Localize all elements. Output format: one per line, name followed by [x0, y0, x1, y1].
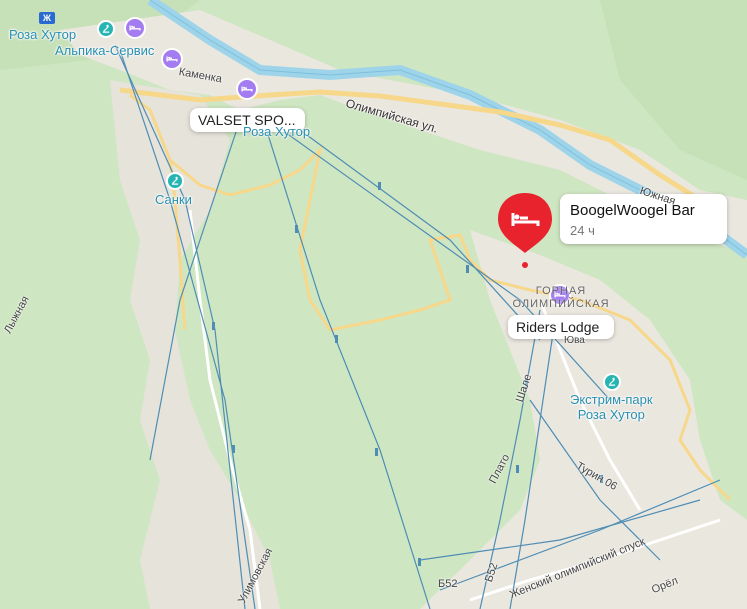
skier-icon[interactable] — [166, 172, 184, 190]
hotel-card-riders-lodge[interactable]: Riders Lodge — [508, 315, 614, 339]
place-label-sanki[interactable]: Санки — [155, 192, 192, 207]
railway-station-icon[interactable]: Ж — [39, 12, 55, 24]
skier-icon[interactable] — [97, 20, 115, 38]
map-canvas[interactable] — [0, 0, 747, 609]
selected-place-pin[interactable] — [496, 191, 554, 261]
selected-place-hours: 24 ч — [570, 223, 595, 238]
selected-place-card[interactable]: BoogelWoogel Bar 24 ч — [560, 194, 727, 244]
district-label-gornaya: Горная Олимпийская — [512, 285, 610, 310]
street-label: Юва — [564, 335, 585, 346]
place-label-roza-khutor-lift[interactable]: Роза Хутор — [243, 124, 310, 139]
hotel-bed-icon[interactable] — [236, 78, 258, 100]
skier-icon[interactable] — [603, 373, 621, 391]
place-label-extreme-park[interactable]: Экстрим-парк Роза Хутор — [570, 392, 653, 422]
place-label-alpika-service[interactable]: Альпика-Сервис — [55, 43, 154, 58]
hotel-bed-icon[interactable] — [124, 17, 146, 39]
place-label-roza-khutor-station[interactable]: Роза Хутор — [9, 27, 76, 42]
selected-place-title: BoogelWoogel Bar — [570, 202, 695, 219]
street-label: Б52 — [438, 578, 458, 590]
hotel-card-label: Riders Lodge — [516, 319, 600, 335]
